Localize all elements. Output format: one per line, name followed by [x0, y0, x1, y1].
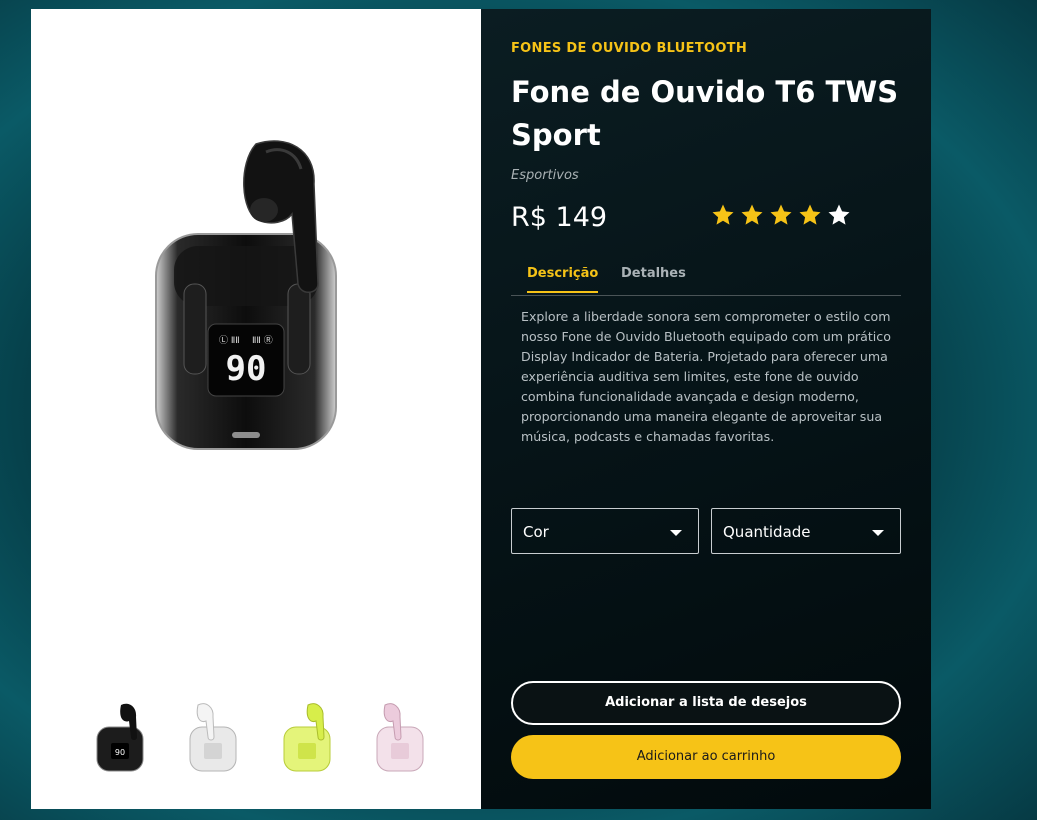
- star-icon: [799, 204, 821, 225]
- product-price: R$ 149: [511, 202, 608, 233]
- product-card: Ⓛ ⅡⅡ ⅡⅡ Ⓡ 90 90 FONES DE OUVIDO BLUETOOT…: [31, 9, 931, 809]
- svg-text:90: 90: [115, 748, 125, 757]
- product-subcategory: Esportivos: [511, 168, 579, 183]
- thumbnail-lime[interactable]: [278, 699, 338, 779]
- add-to-wishlist-button[interactable]: Adicionar a lista de desejos: [511, 681, 901, 725]
- chevron-down-icon: [872, 530, 884, 536]
- star-icon: [741, 204, 763, 225]
- tab-detalhes[interactable]: Detalhes: [621, 266, 686, 281]
- star-icon: [770, 204, 792, 225]
- thumbnail-white[interactable]: [184, 699, 244, 779]
- tab-bar: Descrição Detalhes: [511, 261, 901, 296]
- star-icon: [828, 204, 850, 225]
- product-category: FONES DE OUVIDO BLUETOOTH: [511, 41, 748, 56]
- color-select-label: Cor: [523, 523, 549, 541]
- quantity-select-label: Quantidade: [723, 523, 811, 541]
- star-icon: [712, 204, 734, 225]
- svg-text:90: 90: [226, 349, 267, 389]
- quantity-select[interactable]: Quantidade: [711, 508, 901, 554]
- svg-text:Ⓛ ⅡⅡ: Ⓛ ⅡⅡ: [219, 335, 240, 346]
- color-select[interactable]: Cor: [511, 508, 699, 554]
- tab-descricao[interactable]: Descrição: [527, 266, 599, 293]
- product-main-image: Ⓛ ⅡⅡ ⅡⅡ Ⓡ 90: [155, 140, 337, 450]
- thumbnail-list: 90: [91, 699, 431, 779]
- product-description: Explore a liberdade sonora sem compromet…: [521, 309, 891, 444]
- add-to-cart-button[interactable]: Adicionar ao carrinho: [511, 735, 901, 779]
- product-info-panel: FONES DE OUVIDO BLUETOOTH Fone de Ouvido…: [481, 9, 931, 809]
- thumbnail-pink[interactable]: [371, 699, 431, 779]
- product-gallery: Ⓛ ⅡⅡ ⅡⅡ Ⓡ 90 90: [31, 9, 481, 809]
- rating-stars: [711, 203, 851, 227]
- svg-text:ⅡⅡ Ⓡ: ⅡⅡ Ⓡ: [252, 335, 273, 346]
- thumbnail-black[interactable]: 90: [91, 699, 151, 779]
- chevron-down-icon: [670, 530, 682, 536]
- product-title: Fone de Ouvido T6 TWS Sport: [511, 75, 899, 152]
